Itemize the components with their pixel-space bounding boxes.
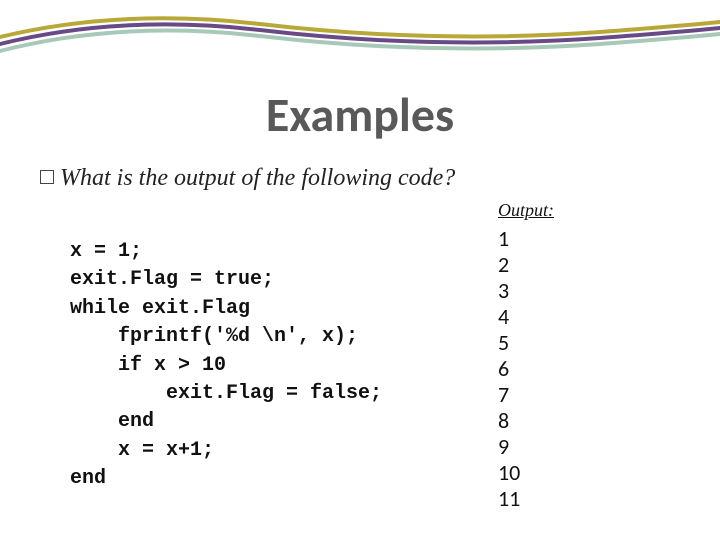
question-text: What is the output of the following code… (60, 165, 455, 191)
question-line: What is the output of the following code… (40, 165, 455, 192)
bullet-box-icon (40, 170, 54, 184)
code-block: x = 1; exit.Flag = true; while exit.Flag… (70, 238, 382, 494)
decorative-swoosh (0, 0, 720, 90)
output-block: 1 2 3 4 5 6 7 8 9 10 11 (498, 226, 520, 511)
output-label: Output: (498, 200, 554, 221)
slide-title: Examples (0, 85, 720, 144)
